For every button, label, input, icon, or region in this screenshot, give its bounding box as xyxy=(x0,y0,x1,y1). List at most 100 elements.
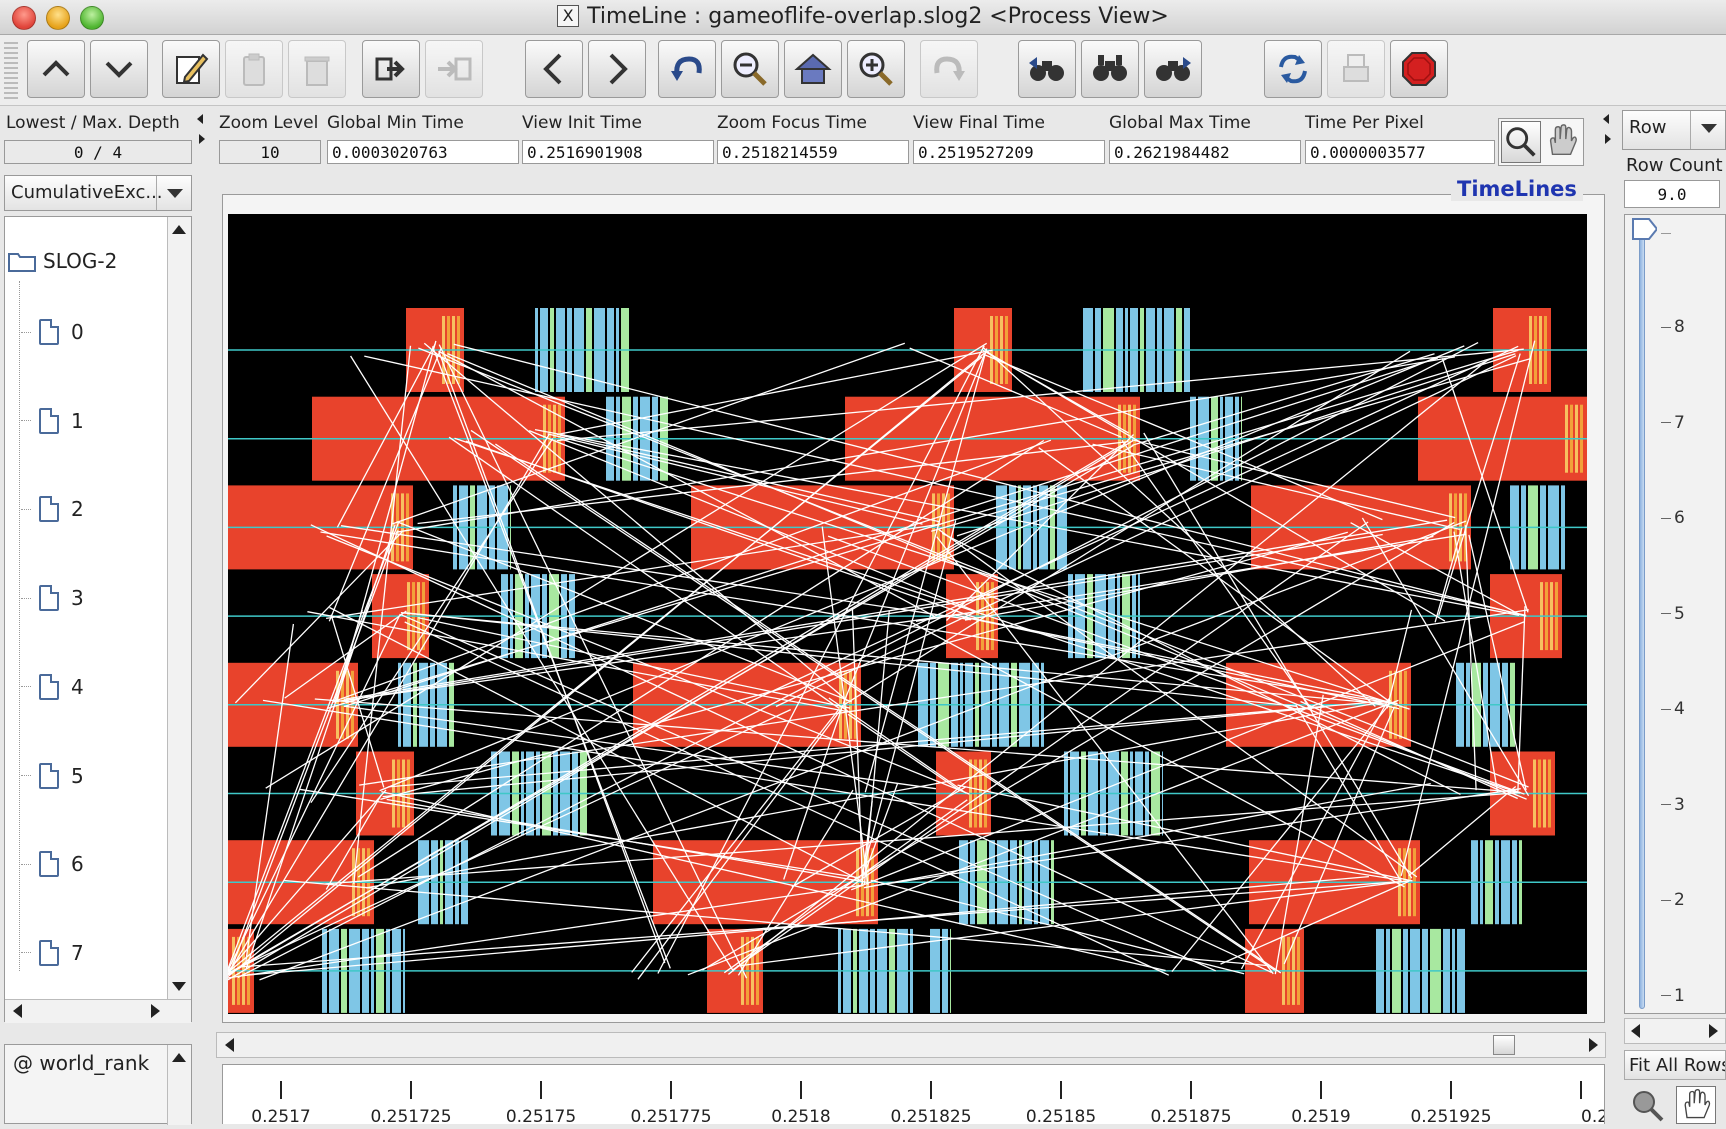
row-ruler-tick: 1 xyxy=(1661,986,1685,1006)
legend-sort-combo[interactable]: CumulativeExc... xyxy=(4,175,192,211)
refresh-icon xyxy=(1279,54,1307,84)
import-button[interactable] xyxy=(425,40,483,98)
time-tick-label: 0.2519 xyxy=(1291,1107,1350,1125)
redo-button[interactable] xyxy=(920,40,978,98)
search-backward-icon xyxy=(1029,57,1064,81)
row-label-scrollbar[interactable] xyxy=(167,1045,191,1125)
timeline-canvas[interactable] xyxy=(228,214,1587,1014)
tree-item-rank-6[interactable]: 6 xyxy=(21,851,84,878)
time-tick-label: 0.251875 xyxy=(1150,1107,1231,1125)
tree-connector xyxy=(21,420,31,422)
depth-field: 0 / 4 xyxy=(4,140,192,164)
row-slider-track[interactable] xyxy=(1639,229,1645,1009)
tree-connector xyxy=(21,775,31,776)
zoom-focus-label: Zoom Focus Time xyxy=(717,113,867,133)
message-arrow[interactable] xyxy=(1453,531,1499,793)
tree-item-rank-2[interactable]: 2 xyxy=(21,496,84,523)
zoom-mode-button[interactable] xyxy=(1501,121,1541,163)
tree-item-rank-3[interactable]: 3 xyxy=(21,585,84,612)
search-forward-button[interactable] xyxy=(1144,40,1202,98)
document-icon xyxy=(39,851,59,878)
export-button[interactable] xyxy=(362,40,420,98)
redo-icon xyxy=(934,56,965,81)
scroll-left-button[interactable] xyxy=(525,40,583,98)
global-min-field[interactable]: 0.0003020763 xyxy=(327,140,519,164)
search-init-button[interactable] xyxy=(1081,40,1139,98)
row-combo[interactable]: Row xyxy=(1622,110,1726,150)
edit-button[interactable] xyxy=(162,40,220,98)
zoom-focus-field[interactable]: 0.2518214559 xyxy=(717,140,909,164)
time-per-pixel-label: Time Per Pixel xyxy=(1305,113,1424,133)
refresh-button[interactable] xyxy=(1264,40,1322,98)
timeline-graphics xyxy=(228,308,1587,1013)
fit-all-rows-button[interactable]: Fit All Rows xyxy=(1624,1050,1726,1080)
message-arrow[interactable] xyxy=(326,523,941,620)
magnifier-icon[interactable] xyxy=(1628,1086,1668,1126)
zoom-in-icon xyxy=(859,52,893,86)
tree-item-label: 7 xyxy=(71,940,84,965)
document-icon xyxy=(39,496,59,523)
title-bar: X TimeLine : gameoflife-overlap.slog2 <Pr… xyxy=(0,0,1726,35)
undo-button[interactable] xyxy=(658,40,716,98)
tree-item-rank-1[interactable]: 1 xyxy=(21,407,84,434)
row-slider-thumb[interactable] xyxy=(1627,215,1657,245)
stop-button[interactable] xyxy=(1390,40,1448,98)
view-final-field[interactable]: 0.2519527209 xyxy=(913,140,1105,164)
message-arrow[interactable] xyxy=(438,350,935,617)
tree-item-label: 1 xyxy=(71,408,84,433)
chevron-down-icon xyxy=(1690,111,1725,149)
row-count-field[interactable]: 9.0 xyxy=(1624,180,1720,208)
scroll-right-icon xyxy=(609,53,628,85)
time-tick-label: 0.2 xyxy=(1581,1107,1604,1125)
hand-mode-button[interactable] xyxy=(1543,121,1583,163)
tree-horizontal-scrollbar[interactable] xyxy=(5,999,191,1023)
tree-connector xyxy=(21,597,31,599)
zoom-in-button[interactable] xyxy=(847,40,905,98)
delete-button[interactable] xyxy=(288,40,346,98)
document-icon xyxy=(39,762,59,789)
down-button[interactable] xyxy=(90,40,148,98)
tree-connector xyxy=(21,863,31,865)
tree-item-rank-4[interactable]: 4 xyxy=(21,673,84,700)
tree-connector xyxy=(21,952,31,954)
global-max-field[interactable]: 0.2621984482 xyxy=(1109,140,1301,164)
tree-item-rank-0[interactable]: 0 xyxy=(21,319,84,345)
scroll-thumb[interactable] xyxy=(1493,1035,1515,1055)
row-ruler-tick: 6 xyxy=(1661,508,1685,528)
right-horizontal-scrollbar[interactable] xyxy=(1624,1018,1726,1044)
message-arrow[interactable] xyxy=(1441,358,1529,613)
tree-item-label: 6 xyxy=(71,852,84,877)
tree-item-label: 0 xyxy=(71,320,84,344)
tree-connector xyxy=(21,686,31,688)
paste-button[interactable] xyxy=(225,40,283,98)
search-backward-button[interactable] xyxy=(1018,40,1076,98)
timeline-horizontal-scrollbar[interactable] xyxy=(216,1032,1606,1058)
document-icon xyxy=(39,939,59,966)
depth-splitter[interactable] xyxy=(197,112,205,152)
message-arrow[interactable] xyxy=(870,879,1245,975)
export-icon xyxy=(375,57,405,81)
view-init-field[interactable]: 0.2516901908 xyxy=(522,140,714,164)
document-icon xyxy=(39,673,59,700)
home-icon xyxy=(794,53,832,84)
tree-root[interactable]: SLOG-2 xyxy=(7,249,117,273)
folder-icon xyxy=(8,253,36,272)
document-icon xyxy=(39,319,59,345)
zoom-out-button[interactable] xyxy=(721,40,779,98)
global-min-label: Global Min Time xyxy=(327,113,464,133)
hand-mode-button[interactable] xyxy=(1676,1086,1716,1124)
tree-item-rank-5[interactable]: 5 xyxy=(21,762,84,789)
row-ruler-tick: 7 xyxy=(1661,413,1685,433)
time-axis: 0.2517 0.251725 0.25175 0.251775 0.2518 0.251… xyxy=(251,1081,1608,1127)
timelines-title: TimeLines xyxy=(1451,177,1583,201)
home-button[interactable] xyxy=(784,40,842,98)
toolbar-grip[interactable] xyxy=(4,41,18,99)
tree-vertical-scrollbar[interactable] xyxy=(167,217,191,999)
time-per-pixel-field[interactable]: 0.0000003577 xyxy=(1305,140,1495,164)
tree-item-rank-7[interactable]: 7 xyxy=(21,939,84,966)
row-ruler-tick: 4 xyxy=(1661,699,1685,719)
up-button[interactable] xyxy=(27,40,85,98)
scroll-right-button[interactable] xyxy=(588,40,646,98)
print-button[interactable] xyxy=(1327,40,1385,98)
right-splitter[interactable] xyxy=(1603,112,1611,152)
